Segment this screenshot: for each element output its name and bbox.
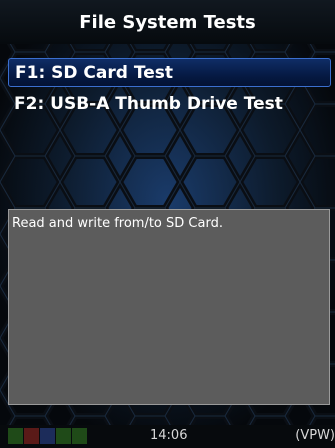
status-bar: 14:06 (VPW) <box>0 425 335 448</box>
status-indicator <box>40 428 55 444</box>
menu-item-sd-card-test[interactable]: F1: SD Card Test <box>8 58 331 87</box>
menu-item-label: F1: SD Card Test <box>15 62 173 83</box>
description-text: Read and write from/to SD Card. <box>12 216 223 231</box>
protocol-mode: (VPW) <box>295 428 335 443</box>
page-title: File System Tests <box>79 11 256 33</box>
menu-item-label: F2: USB-A Thumb Drive Test <box>14 93 283 114</box>
status-indicator <box>24 428 39 444</box>
clock-time: 14:06 <box>150 428 188 443</box>
test-menu: F1: SD Card Test F2: USB-A Thumb Drive T… <box>8 58 331 120</box>
description-panel: Read and write from/to SD Card. <box>8 209 330 405</box>
status-indicator <box>72 428 87 444</box>
device-screen: File System Tests F1: SD Card Test F2: U… <box>0 0 335 448</box>
status-indicator <box>56 428 71 444</box>
menu-item-usb-thumb-drive-test[interactable]: F2: USB-A Thumb Drive Test <box>8 89 331 118</box>
title-bar: File System Tests <box>0 0 335 44</box>
status-indicator <box>8 428 23 444</box>
status-indicators <box>8 428 87 444</box>
